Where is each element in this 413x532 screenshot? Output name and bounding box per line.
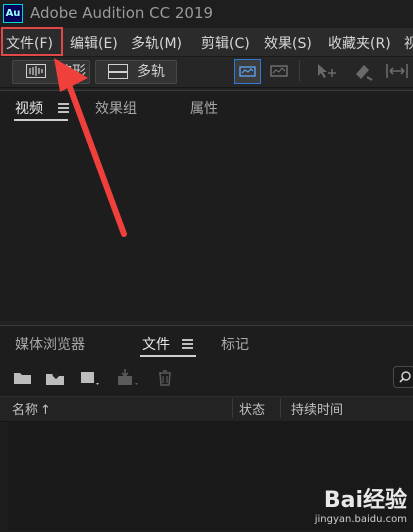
video-panel [0, 90, 413, 321]
import-icon[interactable] [44, 369, 68, 387]
column-divider [232, 398, 233, 418]
move-tool-icon[interactable] [314, 60, 340, 83]
column-duration[interactable]: 持续时间 [291, 399, 343, 418]
tab-files[interactable]: 文件 [142, 334, 170, 354]
highlight-box [1, 27, 63, 56]
watermark-logo: Bai经验 [323, 488, 407, 513]
column-divider [280, 398, 281, 418]
open-folder-icon[interactable] [12, 369, 34, 387]
column-status[interactable]: 状态 [239, 399, 265, 418]
baidu-watermark: Bai经验 jingyan.baidu.com [315, 482, 407, 525]
column-name-label: 名称 [12, 403, 39, 418]
trash-icon [156, 369, 174, 387]
active-tab-underline [14, 119, 68, 121]
spectral-pitch-icon[interactable] [267, 60, 292, 83]
active-tab-underline [140, 355, 196, 357]
panel-menu-icon[interactable] [58, 103, 69, 115]
sort-arrow-icon: ↑ [40, 403, 51, 418]
column-name[interactable]: 名称 ↑ [12, 399, 51, 418]
insert-icon [116, 368, 142, 388]
menu-clip[interactable]: 剪辑(C) [201, 33, 250, 53]
multitrack-label: 多轨 [137, 64, 165, 80]
new-file-icon[interactable] [79, 369, 103, 387]
razor-tool-icon[interactable] [350, 60, 376, 83]
multitrack-icon [108, 64, 128, 79]
panel-menu-icon[interactable] [182, 339, 193, 351]
waveform-label: 波形 [58, 64, 86, 80]
menu-effects[interactable]: 效果(S) [264, 33, 312, 53]
window-title: Adobe Audition CC 2019 [30, 4, 214, 22]
toolbar-divider [299, 60, 300, 82]
tab-video[interactable]: 视频 [15, 98, 43, 118]
audition-logo-icon: Au [3, 4, 23, 23]
spectral-display-icon[interactable] [234, 59, 261, 84]
menu-edit[interactable]: 编辑(E) [70, 33, 118, 53]
slip-tool-icon[interactable] [384, 60, 410, 83]
search-icon[interactable] [393, 366, 413, 388]
tab-effects-rack[interactable]: 效果组 [95, 98, 137, 118]
waveform-icon [26, 64, 46, 78]
menu-view[interactable]: 视 [404, 33, 413, 53]
menu-favorites[interactable]: 收藏夹(R) [328, 33, 391, 53]
watermark-url: jingyan.baidu.com [314, 514, 407, 525]
tab-media-browser[interactable]: 媒体浏览器 [15, 334, 85, 354]
tab-properties[interactable]: 属性 [190, 98, 218, 118]
tab-markers[interactable]: 标记 [221, 334, 249, 354]
menu-multitrack[interactable]: 多轨(M) [131, 33, 182, 53]
files-table-header [0, 396, 413, 422]
